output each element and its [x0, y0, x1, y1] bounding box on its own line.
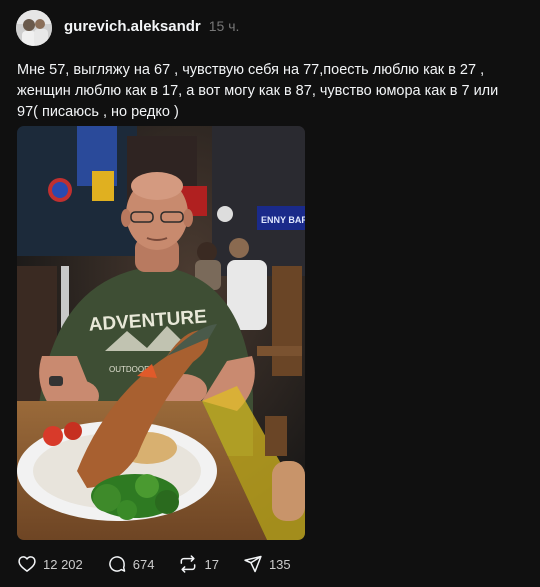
- thread-post: gurevich.aleksandr 15 ч. Мне 57, выгляжу…: [0, 0, 540, 587]
- like-button[interactable]: 12 202: [17, 554, 83, 574]
- post-caption: Мне 57, выгляжу на 67 , чувствую себя на…: [17, 62, 499, 120]
- comment-count: 674: [132, 556, 155, 572]
- share-button[interactable]: 135: [243, 554, 291, 574]
- timestamp[interactable]: 15 ч.: [209, 18, 240, 34]
- avatar[interactable]: [16, 10, 52, 46]
- repost-button[interactable]: 17: [178, 554, 219, 574]
- post-header: gurevich.aleksandr 15 ч.: [64, 18, 239, 35]
- bar-sign-text: ENNY BAR: [261, 215, 305, 225]
- comment-icon: [107, 554, 127, 574]
- post-photo[interactable]: ENNY BAR ADVENTURE OUTDOOR GEAR: [17, 126, 305, 540]
- share-count: 135: [268, 556, 291, 572]
- username[interactable]: gurevich.aleksandr: [64, 18, 201, 35]
- share-icon: [243, 554, 263, 574]
- like-count: 12 202: [43, 556, 83, 572]
- action-bar: 12 202 674 17 135: [17, 552, 291, 576]
- repost-icon: [178, 554, 198, 574]
- comment-button[interactable]: 674: [107, 554, 155, 574]
- heart-icon: [17, 554, 37, 574]
- repost-count: 17: [204, 556, 219, 572]
